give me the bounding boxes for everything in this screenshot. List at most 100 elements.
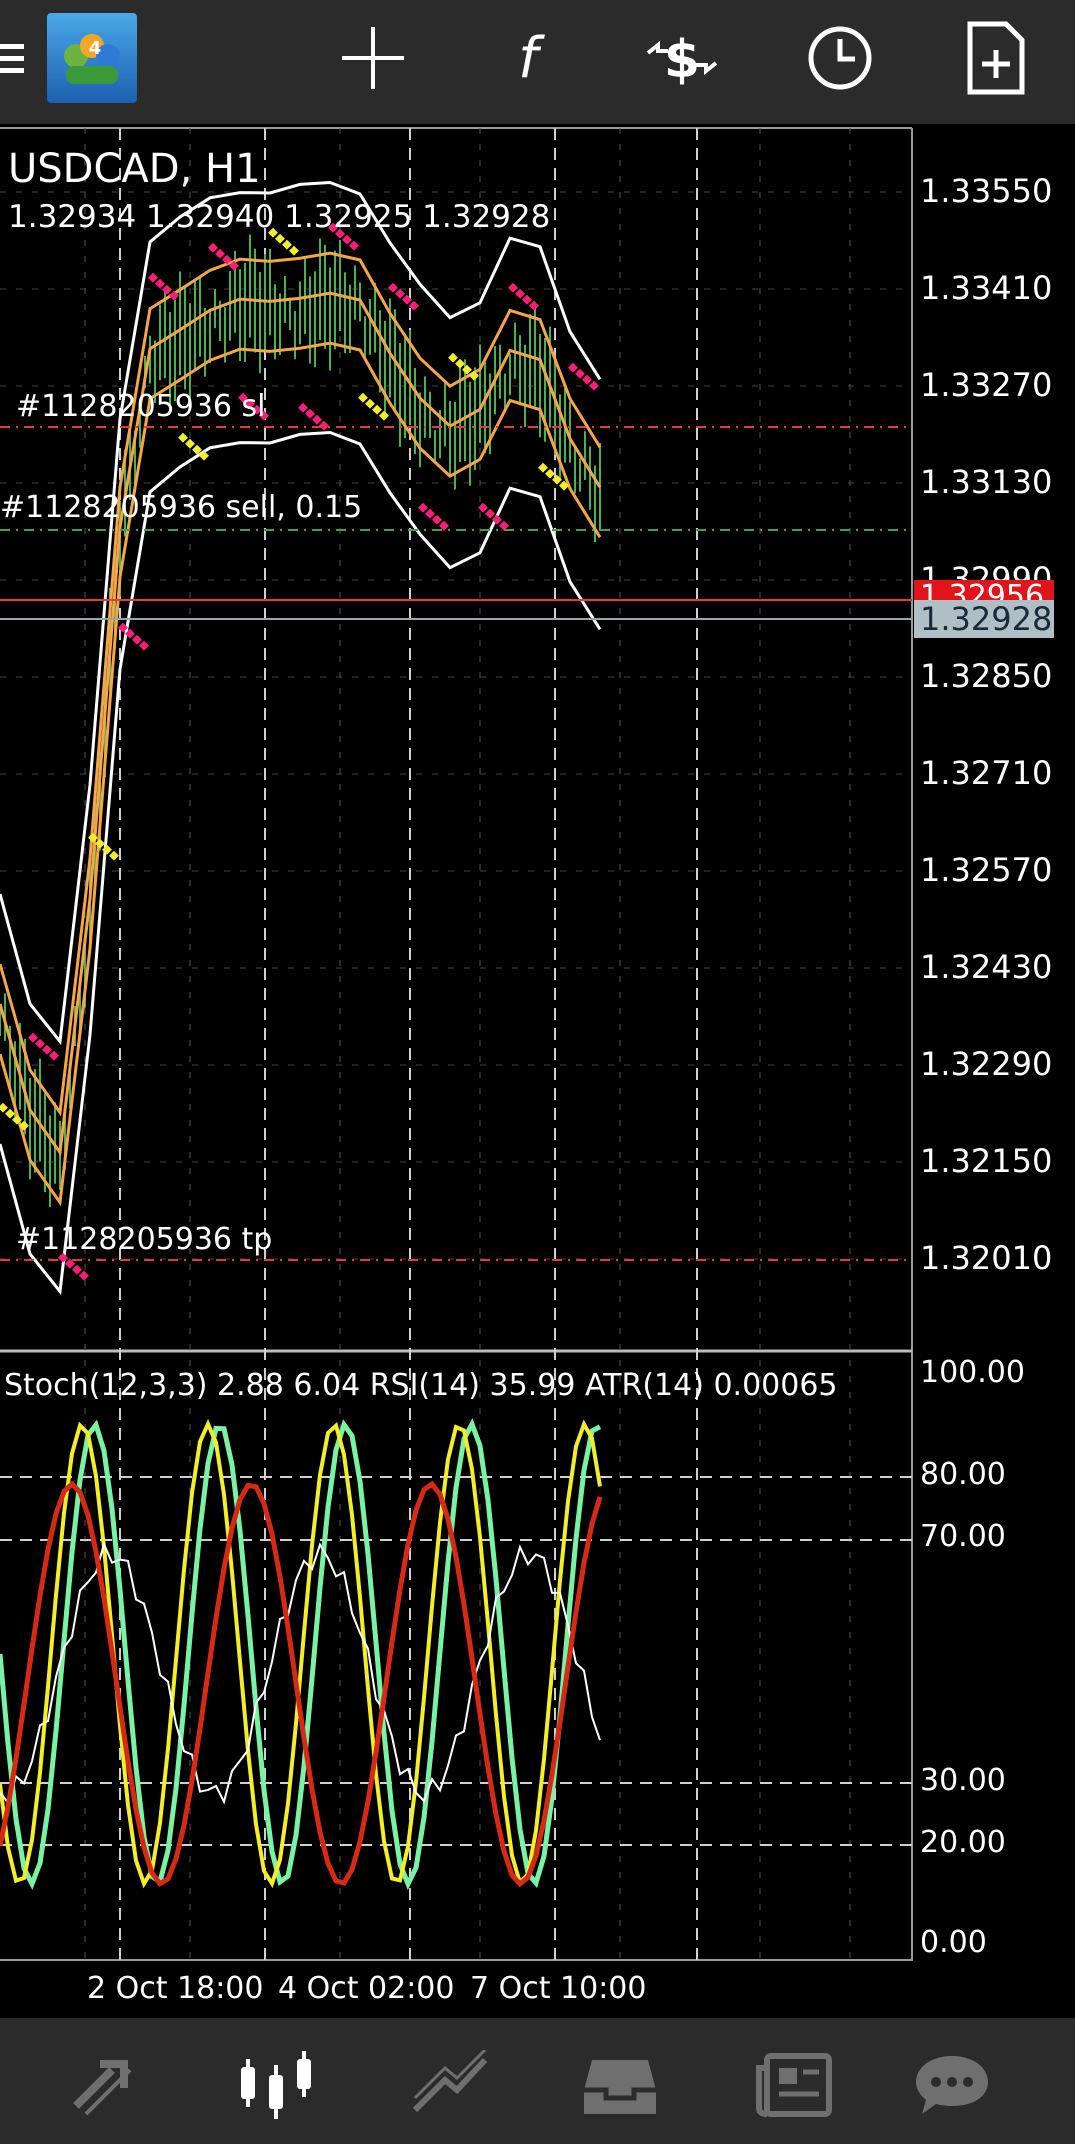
time-label: 2 Oct 18:00 <box>87 1971 263 2006</box>
svg-text:4: 4 <box>89 38 102 59</box>
new-order-icon[interactable] <box>948 10 1044 106</box>
price-label: 1.32290 <box>920 1045 1052 1083</box>
sar-dot <box>349 240 359 251</box>
price-label: 1.33410 <box>920 269 1052 307</box>
sar-dot <box>312 414 322 425</box>
sar-dot <box>305 408 315 419</box>
level-label: 100.00 <box>920 1355 1025 1390</box>
time-label: 4 Oct 02:00 <box>278 1971 454 2006</box>
sar-dot <box>379 410 389 421</box>
time-label: 7 Oct 10:00 <box>470 1971 646 2006</box>
chart-area[interactable]: USDCAD, H1 1.32934 1.32940 1.32925 1.329… <box>0 124 1075 2018</box>
sar-dot <box>42 1044 52 1055</box>
price-series <box>0 180 602 1296</box>
level-label: 80.00 <box>920 1457 1006 1492</box>
sar-dot <box>538 462 548 473</box>
chat-icon[interactable] <box>902 2040 1002 2130</box>
stoch-main-line <box>0 1418 602 1891</box>
sar-dot <box>582 374 592 385</box>
indicator-series <box>0 1418 603 1891</box>
price-label: 1.32710 <box>920 754 1052 792</box>
sar-dot <box>545 468 555 479</box>
price-label: 1.33270 <box>920 366 1052 404</box>
sar-dot <box>215 248 225 259</box>
price-axis: 1.33550 1.33410 1.33270 1.33130 1.32990 … <box>920 172 1052 1277</box>
sar-dot <box>589 380 599 391</box>
sar-dot <box>185 438 195 449</box>
sar-dot <box>5 1108 15 1119</box>
sar-dot <box>208 242 218 253</box>
chart-icon[interactable] <box>226 2040 326 2130</box>
price-label: 1.32850 <box>920 657 1052 695</box>
menu-icon[interactable] <box>0 10 40 106</box>
sar-dot <box>162 284 172 295</box>
sar-dot <box>568 362 578 373</box>
svg-text:$: $ <box>664 30 700 90</box>
sar-dot <box>432 514 442 525</box>
sar-dot <box>35 1038 45 1049</box>
price-label: 1.33130 <box>920 463 1052 501</box>
quotes-icon[interactable] <box>56 2040 156 2130</box>
sar-dot <box>388 282 398 293</box>
sar-dot <box>289 245 299 256</box>
sar-dot <box>358 392 368 403</box>
top-toolbar: 4 f $ <box>0 0 1075 124</box>
level-label: 20.00 <box>920 1825 1006 1860</box>
sl-order-label: #1128205936 sl <box>16 389 266 424</box>
level-label: 0.00 <box>920 1925 987 1960</box>
sar-dot <box>282 239 292 250</box>
sar-dot <box>28 1032 38 1043</box>
sar-dot <box>529 300 539 311</box>
indicators-icon[interactable]: f <box>480 10 576 106</box>
sar-dot <box>178 432 188 443</box>
sar-dot <box>478 502 488 513</box>
time-axis: 2 Oct 18:00 4 Oct 02:00 7 Oct 10:00 <box>87 1971 646 2006</box>
history-icon[interactable] <box>570 2040 670 2130</box>
sar-dot <box>515 288 525 299</box>
tp-order-label: #1128205936 tp <box>16 1222 272 1257</box>
ohlc-values: 1.32934 1.32940 1.32925 1.32928 <box>8 199 550 235</box>
indicator-title: Stoch(12,3,3) 2.88 6.04 RSI(14) 35.99 AT… <box>4 1368 838 1403</box>
level-label: 70.00 <box>920 1519 1006 1554</box>
sar-dot <box>275 233 285 244</box>
sar-dot <box>319 420 329 431</box>
sell-order-label: #1128205936 sell, 0.15 <box>0 490 362 525</box>
sar-dot <box>425 508 435 519</box>
indicator-axis: 100.00 80.00 70.00 30.00 20.00 0.00 <box>920 1355 1025 1960</box>
sar-dot <box>95 838 105 849</box>
sar-dot <box>575 368 585 379</box>
news-icon[interactable] <box>745 2040 845 2130</box>
price-label: 1.32570 <box>920 851 1052 889</box>
sar-dot <box>418 502 428 513</box>
timeframe-icon[interactable] <box>792 10 888 106</box>
sar-dot <box>485 508 495 519</box>
svg-text:f: f <box>518 26 545 91</box>
sar-dot <box>298 402 308 413</box>
sar-dot <box>132 634 142 645</box>
sar-dot <box>395 288 405 299</box>
trade-chart-icon[interactable] <box>400 2040 500 2130</box>
price-label: 1.32430 <box>920 948 1052 986</box>
sar-dot <box>79 1270 89 1281</box>
sar-dot <box>155 278 165 289</box>
sar-dot <box>139 640 149 651</box>
trade-icon[interactable]: $ <box>634 10 730 106</box>
price-label: 1.33550 <box>920 172 1052 210</box>
symbol-title: USDCAD, H1 <box>8 146 261 192</box>
price-label: 1.32010 <box>920 1239 1052 1277</box>
current-price-value: 1.32928 <box>920 600 1052 638</box>
sar-dot <box>448 352 458 363</box>
sar-dot <box>0 1102 8 1113</box>
crosshair-icon[interactable] <box>325 10 421 106</box>
sar-dot <box>109 850 119 861</box>
level-label: 30.00 <box>920 1763 1006 1798</box>
price-label: 1.32150 <box>920 1142 1052 1180</box>
sar-dot <box>365 398 375 409</box>
sar-dot <box>148 272 158 283</box>
price-chart[interactable]: USDCAD, H1 1.32934 1.32940 1.32925 1.329… <box>0 124 1075 2018</box>
sar-dot <box>522 294 532 305</box>
sar-dot <box>49 1050 59 1061</box>
sar-dot <box>455 358 465 369</box>
sar-dot <box>508 282 518 293</box>
sar-dot <box>72 1264 82 1275</box>
